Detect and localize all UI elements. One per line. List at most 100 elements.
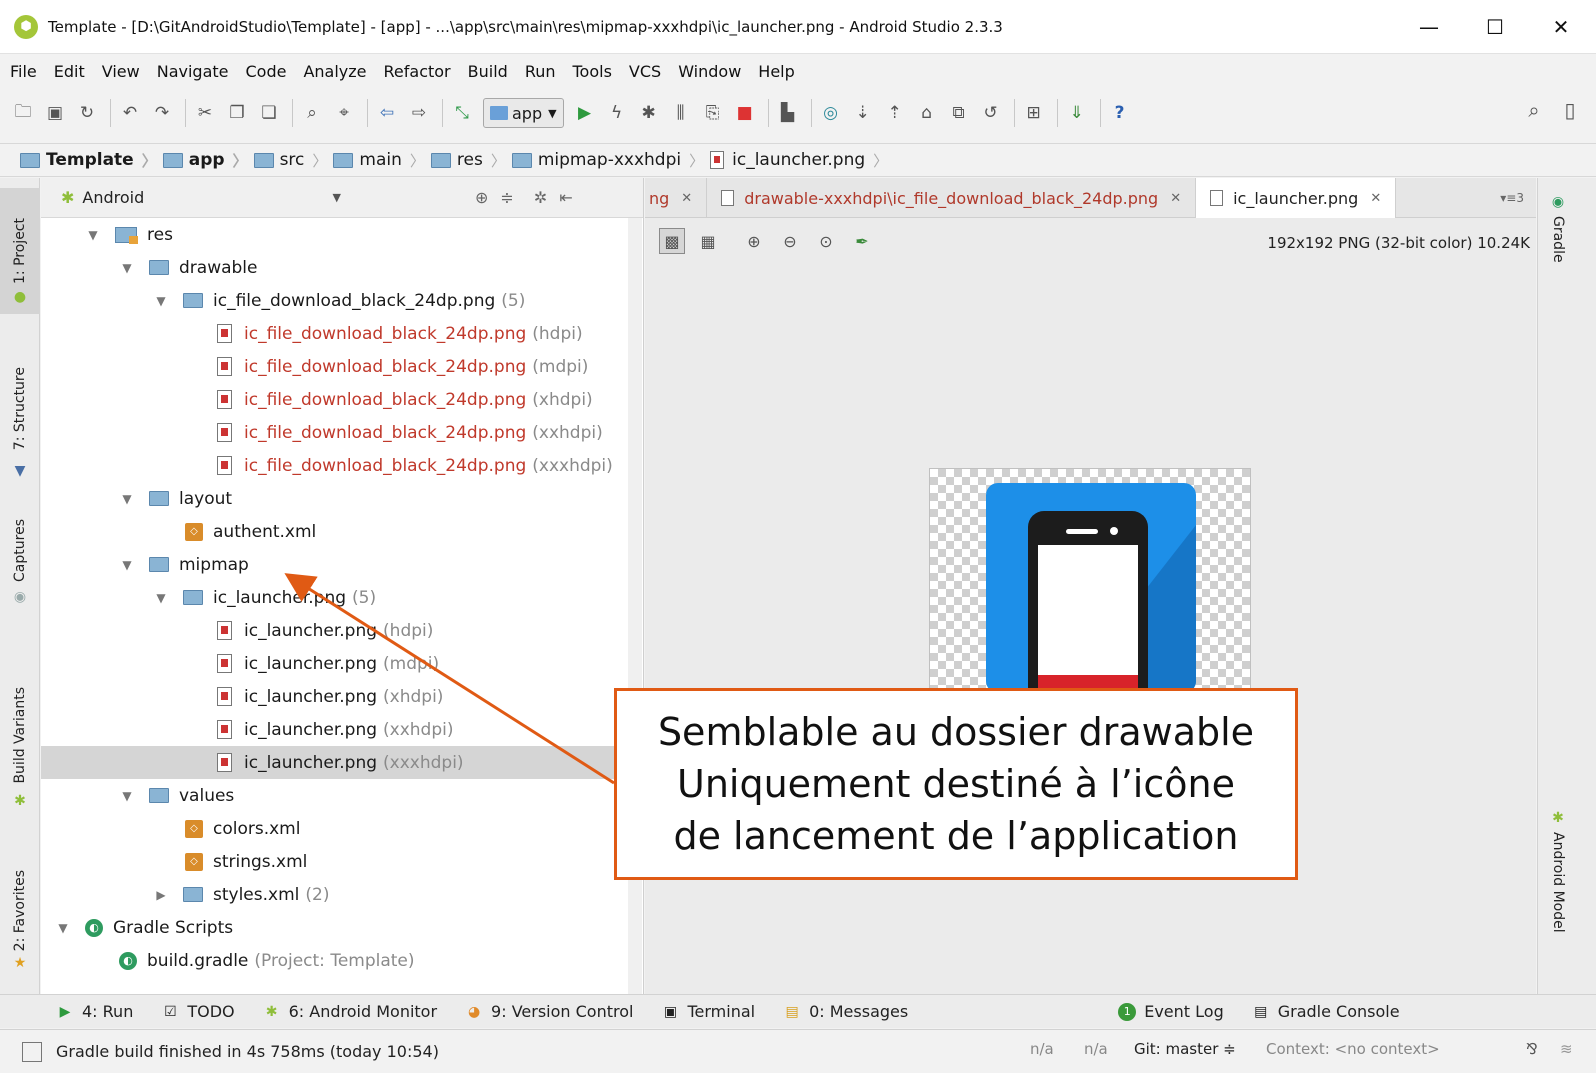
tab-android-monitor[interactable]: ✱ 6: Android Monitor xyxy=(263,1002,437,1021)
tab-overflow-button[interactable]: ▾≡3 xyxy=(1488,178,1536,217)
project-view-select[interactable]: ✱ Android ▼ xyxy=(61,188,341,207)
tab-gradle[interactable]: ◉ Gradle xyxy=(1546,194,1570,263)
editor-tab[interactable]: ng ✕ xyxy=(645,178,708,218)
paste-icon[interactable]: ❏ xyxy=(258,102,280,124)
redo-icon[interactable]: ↷ xyxy=(151,102,173,124)
tree-item[interactable]: ic_file_download_black_24dp.png (mdpi) xyxy=(41,350,643,383)
project-structure-icon[interactable]: ⊞ xyxy=(1023,102,1045,124)
breadcrumb-src[interactable]: src 〉 xyxy=(253,150,327,171)
replace-icon[interactable]: ⌖ xyxy=(333,102,355,124)
stop-icon[interactable]: ■ xyxy=(734,102,756,124)
tab-terminal[interactable]: ▣ Terminal xyxy=(661,1002,755,1021)
breadcrumb-app[interactable]: app 〉 xyxy=(162,150,248,171)
menu-run[interactable]: Run xyxy=(525,62,556,81)
avd-manager-icon[interactable]: ▙ xyxy=(777,102,799,124)
tree-item[interactable]: ic_launcher.png (hdpi) xyxy=(41,614,643,647)
menu-vcs[interactable]: VCS xyxy=(629,62,661,81)
project-tree-scrollbar[interactable] xyxy=(628,218,642,1003)
tree-item[interactable]: ▼ drawable xyxy=(41,251,643,284)
tab-run[interactable]: ▶ 4: Run xyxy=(56,1002,134,1021)
toggle-background-icon[interactable]: ▩ xyxy=(659,228,685,254)
forward-icon[interactable]: ⇨ xyxy=(408,102,430,124)
save-all-icon[interactable]: ▣ xyxy=(44,102,66,124)
vcs-revert-icon[interactable]: ↺ xyxy=(980,102,1002,124)
tree-item[interactable]: ▼ layout xyxy=(41,482,643,515)
tab-structure[interactable]: 7: Structure ▼ xyxy=(0,334,40,484)
tab-version-control[interactable]: ◕ 9: Version Control xyxy=(465,1002,634,1021)
close-button[interactable]: ✕ xyxy=(1528,0,1594,54)
tree-item[interactable]: ▼ res xyxy=(41,218,643,251)
menu-build[interactable]: Build xyxy=(468,62,508,81)
tree-item[interactable]: ◇ colors.xml xyxy=(41,812,643,845)
editor-tab-active[interactable]: ic_launcher.png ✕ xyxy=(1196,178,1397,218)
menu-edit[interactable]: Edit xyxy=(54,62,85,81)
tree-item[interactable]: ◇ authent.xml xyxy=(41,515,643,548)
instant-run-icon[interactable]: ϟ xyxy=(606,102,628,124)
run-icon[interactable]: ▶ xyxy=(574,102,596,124)
actual-size-icon[interactable]: ⊙ xyxy=(813,228,839,254)
editor-tab[interactable]: drawable-xxxhdpi\ic_file_download_black_… xyxy=(707,178,1197,218)
tree-item[interactable]: ic_launcher.png (xhdpi) xyxy=(41,680,643,713)
copy-icon[interactable]: ❐ xyxy=(226,102,248,124)
tree-item[interactable]: ic_file_download_black_24dp.png (xhdpi) xyxy=(41,383,643,416)
tree-item[interactable]: ▼ ic_file_download_black_24dp.png (5) xyxy=(41,284,643,317)
tab-project[interactable]: 1: Project ● xyxy=(0,188,40,314)
zoom-in-icon[interactable]: ⊕ xyxy=(741,228,767,254)
sdk-manager-icon[interactable]: ⇓ xyxy=(1066,102,1088,124)
debug-icon[interactable]: ✱ xyxy=(638,102,660,124)
menu-analyze[interactable]: Analyze xyxy=(303,62,366,81)
menu-refactor[interactable]: Refactor xyxy=(384,62,451,81)
make-project-icon[interactable]: ⤡ xyxy=(451,102,473,124)
vcs-history-icon[interactable]: ⌂ xyxy=(916,102,938,124)
search-everywhere-icon[interactable]: ⌕ xyxy=(1520,96,1548,124)
context-widget[interactable]: Context: <no context> xyxy=(1266,1040,1440,1058)
toggle-tool-windows-icon[interactable] xyxy=(22,1041,42,1062)
menu-navigate[interactable]: Navigate xyxy=(157,62,229,81)
back-icon[interactable]: ⇦ xyxy=(376,102,398,124)
collapse-arrow-icon[interactable]: ▼ xyxy=(153,591,169,605)
collapse-arrow-icon[interactable]: ▼ xyxy=(119,558,135,572)
sync-gradle-icon[interactable]: ◎ xyxy=(820,102,842,124)
vcs-compare-icon[interactable]: ⧉ xyxy=(948,102,970,124)
hide-panel-icon[interactable]: ⇤ xyxy=(559,188,572,207)
find-icon[interactable]: ⌕ xyxy=(301,102,323,124)
tree-item[interactable]: ic_launcher.png (xxhdpi) xyxy=(41,713,643,746)
tab-messages[interactable]: ▤ 0: Messages xyxy=(783,1002,908,1021)
collapse-arrow-icon[interactable]: ▼ xyxy=(119,492,135,506)
menu-code[interactable]: Code xyxy=(246,62,287,81)
menu-help[interactable]: Help xyxy=(758,62,794,81)
help-icon[interactable]: ? xyxy=(1109,102,1131,124)
collapse-arrow-icon[interactable]: ▼ xyxy=(119,789,135,803)
menu-window[interactable]: Window xyxy=(678,62,741,81)
git-branch-widget[interactable]: Git: master ≑ xyxy=(1134,1040,1236,1058)
tree-item[interactable]: ◇ strings.xml xyxy=(41,845,643,878)
tab-build-variants[interactable]: Build Variants ✱ xyxy=(0,654,40,816)
sync-icon[interactable]: ↻ xyxy=(76,102,98,124)
attach-debugger-icon[interactable]: ⎘ xyxy=(702,102,724,124)
zoom-out-icon[interactable]: ⊖ xyxy=(777,228,803,254)
tree-item[interactable]: ▼ ◐ Gradle Scripts xyxy=(41,911,643,944)
color-picker-icon[interactable]: ✒ xyxy=(849,228,875,254)
open-folder-icon[interactable]: 🗀 xyxy=(12,102,34,124)
collapse-arrow-icon[interactable]: ▼ xyxy=(119,261,135,275)
run-configuration-select[interactable]: app ▼ xyxy=(483,98,564,128)
close-tab-icon[interactable]: ✕ xyxy=(1370,191,1381,206)
close-tab-icon[interactable]: ✕ xyxy=(681,191,692,206)
tab-gradle-console[interactable]: ▤ Gradle Console xyxy=(1252,1002,1399,1021)
collapse-arrow-icon[interactable]: ▼ xyxy=(153,294,169,308)
vcs-commit-icon[interactable]: ⇡ xyxy=(884,102,906,124)
collapse-all-icon[interactable]: ≑ xyxy=(500,188,513,207)
tab-captures[interactable]: Captures ◉ xyxy=(0,494,40,606)
breadcrumb-main[interactable]: main 〉 xyxy=(333,150,425,171)
profile-icon[interactable]: ⫼ xyxy=(670,102,692,124)
toggle-grid-icon[interactable]: ▦ xyxy=(695,228,721,254)
vcs-update-icon[interactable]: ⇣ xyxy=(852,102,874,124)
user-icon[interactable]: ▯ xyxy=(1556,96,1584,124)
maximize-button[interactable]: ☐ xyxy=(1462,0,1528,54)
breadcrumb-ic-launcher[interactable]: ic_launcher.png 〉 xyxy=(710,150,888,171)
tree-item[interactable]: ic_file_download_black_24dp.png (xxxhdpi) xyxy=(41,449,643,482)
tree-item[interactable]: ▶ styles.xml (2) xyxy=(41,878,643,911)
undo-icon[interactable]: ↶ xyxy=(119,102,141,124)
tab-android-model[interactable]: ✱ Android Model xyxy=(1546,810,1570,933)
expand-arrow-icon[interactable]: ▶ xyxy=(153,888,169,902)
